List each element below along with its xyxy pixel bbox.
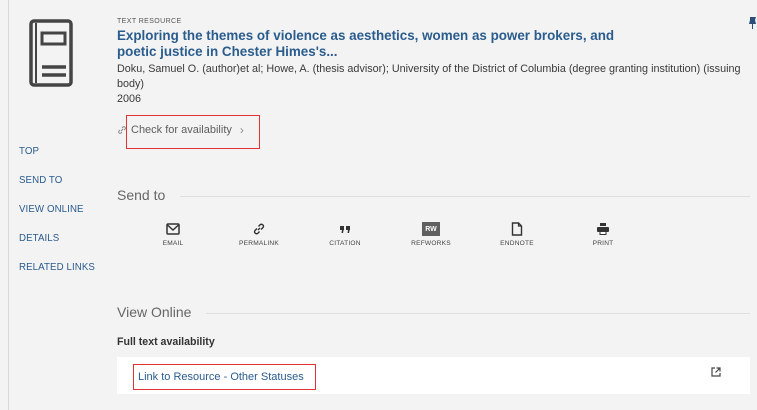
refworks-label: REFWORKS [411,240,451,247]
refworks-button[interactable]: RW REFWORKS [388,222,474,247]
highlight-box-availability [126,115,260,149]
endnote-button[interactable]: ENDNOTE [474,222,560,247]
highlight-box-resource-link [133,364,316,390]
nav-item-related-links[interactable]: RELATED LINKS [19,262,111,274]
external-link-icon[interactable] [711,367,721,377]
print-icon [597,223,609,235]
quote-icon [340,226,350,233]
send-to-actions: EMAIL PERMALINK CITATION RW REFWORKS END… [130,222,646,247]
email-icon [166,223,180,235]
nav-item-top[interactable]: TOP [19,146,111,158]
refworks-icon: RW [422,222,440,236]
permalink-icon [253,223,265,235]
nav-item-send-to[interactable]: SEND TO [19,175,111,187]
citation-label: CITATION [329,240,361,247]
email-label: EMAIL [162,240,184,247]
endnote-label: ENDNOTE [500,240,534,247]
record-header: TEXT RESOURCE Exploring the themes of vi… [117,18,747,106]
divider [180,196,750,197]
permalink-label: PERMALINK [239,240,279,247]
view-online-heading: View Online [117,304,192,320]
record-year: 2006 [117,93,142,105]
email-button[interactable]: EMAIL [130,222,216,247]
nav-item-view-online[interactable]: VIEW ONLINE [19,204,111,216]
resource-type-label: TEXT RESOURCE [117,18,182,25]
print-button[interactable]: PRINT [560,222,646,247]
nav-item-details[interactable]: DETAILS [19,233,111,245]
book-icon [29,19,73,87]
record-authors: Doku, Samuel O. (author)et al; Howe, A. … [117,63,741,90]
send-to-heading: Send to [117,187,166,203]
left-navigation: TOP SEND TO VIEW ONLINE DETAILS RELATED … [19,146,111,291]
citation-button[interactable]: CITATION [302,222,388,247]
print-label: PRINT [592,240,614,247]
record-title-link[interactable]: Exploring the themes of violence as aest… [117,28,627,60]
permalink-button[interactable]: PERMALINK [216,222,302,247]
divider [206,313,750,314]
full-text-availability-label: Full text availability [117,336,215,348]
pin-icon[interactable] [747,16,757,30]
document-icon [511,222,523,236]
